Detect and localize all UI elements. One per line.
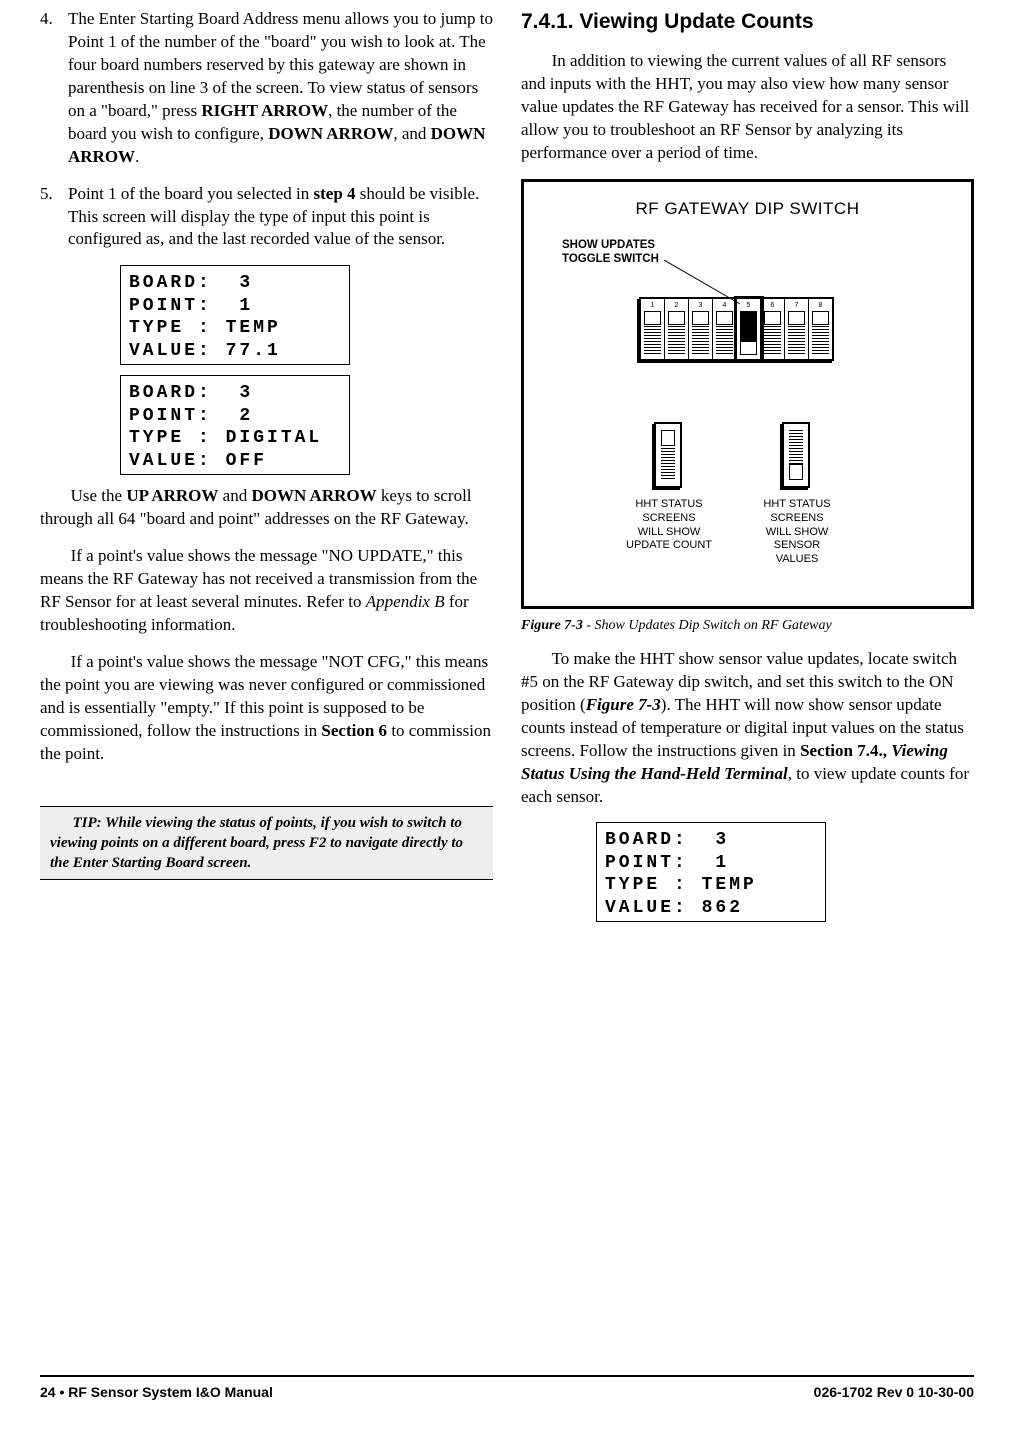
lcd-screen-2: BOARD: 3 POINT: 2 TYPE : DIGITAL VALUE: …	[120, 375, 350, 475]
lcd-screen-1: BOARD: 3 POINT: 1 TYPE : TEMP VALUE: 77.…	[120, 265, 350, 365]
dip-switch-3: 3	[689, 299, 713, 359]
dip-switch-1: 1	[641, 299, 665, 359]
figure-title: RF GATEWAY DIP SWITCH	[536, 198, 959, 221]
switch-num: 6	[761, 301, 784, 310]
switch-num: 1	[641, 301, 664, 310]
dip-switch-6: 6	[761, 299, 785, 359]
text: .	[135, 147, 139, 166]
footer-right: 026-1702 Rev 0 10-30-00	[814, 1383, 974, 1402]
figure-ref: Figure 7-3	[586, 695, 661, 714]
key-down-arrow: DOWN ARROW	[268, 124, 393, 143]
paragraph: If a point's value shows the message "NO…	[40, 651, 493, 766]
switch-num: 5	[737, 301, 760, 310]
paragraph: In addition to viewing the current value…	[521, 50, 974, 165]
appendix-ref: Appendix B	[366, 592, 445, 611]
dip-switch-5-highlighted: 5	[737, 299, 761, 359]
dip-switch-figure: RF GATEWAY DIP SWITCH SHOW UPDATES TOGGL…	[521, 179, 974, 609]
paragraph: Use the UP ARROW and DOWN ARROW keys to …	[40, 485, 493, 531]
switch-off-caption: HHT STATUS SCREENS WILL SHOW SENSOR VALU…	[742, 498, 852, 567]
key-right-arrow: RIGHT ARROW	[201, 101, 328, 120]
section-heading: 7.4.1. Viewing Update Counts	[521, 8, 974, 36]
step-number: 5.	[40, 183, 68, 252]
figure-desc: - Show Updates Dip Switch on RF Gateway	[583, 618, 832, 633]
switch-num: 8	[809, 301, 832, 310]
figure-caption: Figure 7-3 - Show Updates Dip Switch on …	[521, 617, 974, 636]
figure-number: Figure 7-3	[521, 618, 583, 633]
left-column: 4. The Enter Starting Board Address menu…	[40, 8, 493, 932]
step-number: 4.	[40, 8, 68, 169]
right-column: 7.4.1. Viewing Update Counts In addition…	[521, 8, 974, 932]
switch-off-example	[782, 422, 810, 488]
step-5: 5. Point 1 of the board you selected in …	[40, 183, 493, 252]
lcd-screen-3: BOARD: 3 POINT: 1 TYPE : TEMP VALUE: 862	[596, 822, 826, 922]
step-4: 4. The Enter Starting Board Address menu…	[40, 8, 493, 169]
section-ref: Section 6	[321, 721, 387, 740]
switch-on-example	[654, 422, 682, 488]
switch-num: 7	[785, 301, 808, 310]
text: HHT STATUS SCREENS WILL SHOW UPDATE COUN…	[626, 498, 712, 551]
text: and	[218, 486, 251, 505]
dip-switch-2: 2	[665, 299, 689, 359]
tip-box: TIP: While viewing the status of points,…	[40, 806, 493, 881]
key-up-arrow: UP ARROW	[126, 486, 218, 505]
paragraph: If a point's value shows the message "NO…	[40, 545, 493, 637]
key-down-arrow: DOWN ARROW	[251, 486, 376, 505]
text: Point 1 of the board you selected in	[68, 184, 314, 203]
step-body: Point 1 of the board you selected in ste…	[68, 183, 493, 252]
switch-num: 3	[689, 301, 712, 310]
toggle-switch-label: SHOW UPDATES TOGGLE SWITCH	[562, 238, 659, 267]
dip-switch-7: 7	[785, 299, 809, 359]
page-footer: 24 • RF Sensor System I&O Manual 026-170…	[40, 1375, 974, 1402]
dip-switch-block: 1 2 3 4 5 6 7 8	[639, 297, 834, 361]
bold-step-ref: step 4	[314, 184, 356, 203]
dip-switch-4: 4	[713, 299, 737, 359]
switch-on-caption: HHT STATUS SCREENS WILL SHOW UPDATE COUN…	[614, 498, 724, 553]
footer-left: 24 • RF Sensor System I&O Manual	[40, 1383, 273, 1402]
dip-switch-8: 8	[809, 299, 832, 359]
switch-num: 2	[665, 301, 688, 310]
text: HHT STATUS SCREENS WILL SHOW SENSOR VALU…	[763, 498, 830, 565]
text: Use the	[71, 486, 127, 505]
switch-num: 4	[713, 301, 736, 310]
label-line1: SHOW UPDATES TOGGLE SWITCH	[562, 239, 659, 265]
section-ref: Section 7.4.,	[800, 741, 887, 760]
paragraph: To make the HHT show sensor value update…	[521, 648, 974, 809]
step-body: The Enter Starting Board Address menu al…	[68, 8, 493, 169]
text: , and	[393, 124, 430, 143]
